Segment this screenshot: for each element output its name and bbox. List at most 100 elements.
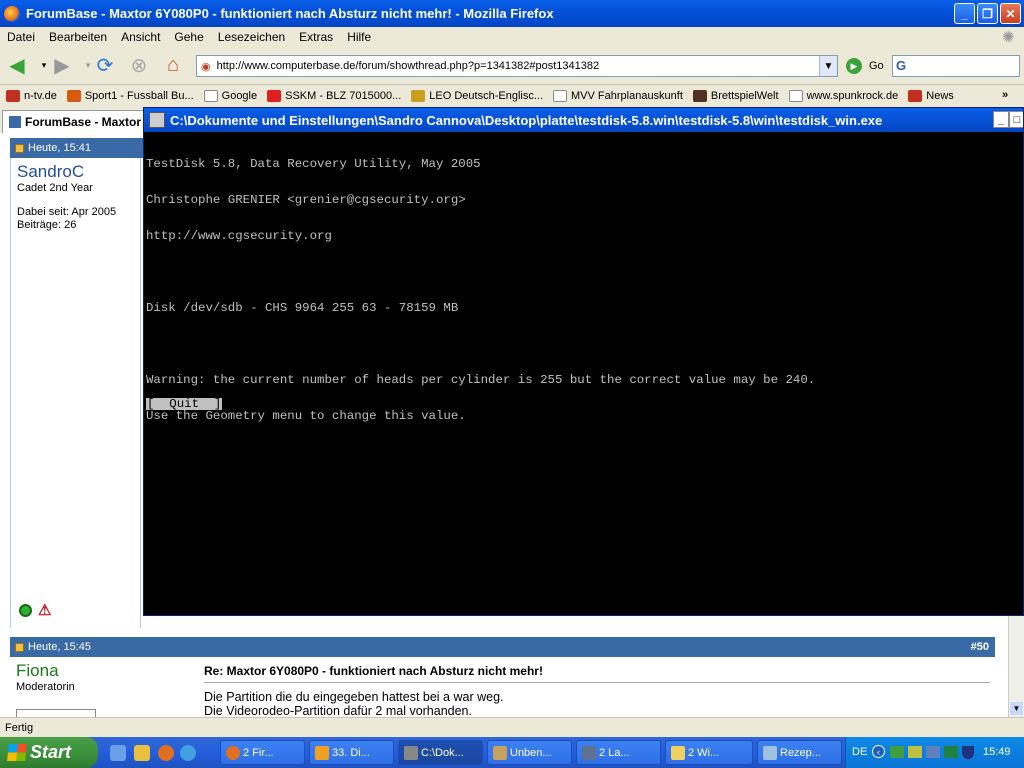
online-status-icon xyxy=(19,604,32,617)
go-icon[interactable]: ▶ xyxy=(846,58,862,74)
task-5[interactable]: 2 La... xyxy=(576,740,661,765)
app-icon xyxy=(315,746,329,760)
url-text: http://www.computerbase.de/forum/showthr… xyxy=(216,60,600,72)
ntv-news-icon xyxy=(908,90,923,102)
bookmark-google[interactable]: Google xyxy=(203,90,257,102)
bookmark-brettspielwelt[interactable]: BrettspielWelt xyxy=(692,90,779,102)
brettspielwelt-icon xyxy=(692,90,707,102)
menu-hilfe[interactable]: Hilfe xyxy=(347,30,371,44)
bookmark-leo[interactable]: LEO Deutsch-Englisc... xyxy=(411,90,543,102)
console-title-bar[interactable]: C:\Dokumente und Einstellungen\Sandro Ca… xyxy=(144,108,1023,132)
console-line: http://www.cgsecurity.org xyxy=(146,229,332,243)
navigation-toolbar: ◀ ▾ ▶ ▾ ⟳ ⊗ ⌂ ◉ http://www.computerbase.… xyxy=(0,47,1024,85)
menu-lesezeichen[interactable]: Lesezeichen xyxy=(218,30,285,44)
username[interactable]: Fiona xyxy=(10,657,141,681)
bookmark-sskm[interactable]: SSKM - BLZ 7015000... xyxy=(267,90,401,102)
close-button[interactable]: ✕ xyxy=(1000,3,1021,24)
bookmark-sport1[interactable]: Sport1 - Fussball Bu... xyxy=(66,90,194,102)
report-post-icon[interactable]: ⚠ xyxy=(38,601,51,619)
post-body: Die Partition die du eingegeben hattest … xyxy=(204,690,504,718)
url-field[interactable]: ◉ http://www.computerbase.de/forum/showt… xyxy=(196,55,838,77)
console-icon xyxy=(149,112,165,128)
post-number[interactable]: #50 xyxy=(971,641,989,653)
leo-icon xyxy=(411,90,426,102)
search-input[interactable]: G xyxy=(892,55,1020,77)
divider xyxy=(204,682,990,683)
console-line: TestDisk 5.8, Data Recovery Utility, May… xyxy=(146,157,481,171)
firefox-icon xyxy=(226,746,240,760)
language-indicator[interactable]: DE xyxy=(852,746,867,758)
tab-forumbase[interactable]: ForumBase - Maxtor xyxy=(2,110,152,133)
forward-icon[interactable]: ▶ xyxy=(50,53,74,77)
page-icon xyxy=(553,90,568,102)
throbber-icon: ✺ xyxy=(1002,29,1015,46)
menu-datei[interactable]: Datei xyxy=(7,30,35,44)
restore-button[interactable]: ❐ xyxy=(977,3,998,24)
user-rank: Moderatorin xyxy=(16,681,75,693)
home-icon[interactable]: ⌂ xyxy=(161,53,185,77)
post-icon xyxy=(15,143,24,153)
task-2[interactable]: 33. Di... xyxy=(309,740,394,765)
go-button[interactable]: Go xyxy=(869,60,884,72)
bookmark-mvv[interactable]: MVV Fahrplanauskunft xyxy=(553,90,683,102)
console-line: Christophe GRENIER <grenier@cgsecurity.o… xyxy=(146,193,466,207)
tray-expand-icon[interactable]: ‹ xyxy=(872,745,885,758)
bookmark-spunkrock[interactable]: www.spunkrock.de xyxy=(788,90,898,102)
firefox-title-bar[interactable]: ForumBase - Maxtor 6Y080P0 - funktionier… xyxy=(0,0,1024,27)
page-icon xyxy=(788,90,803,102)
console-minimize-button[interactable]: _ xyxy=(993,111,1009,128)
bookmark-news[interactable]: News xyxy=(908,90,954,102)
task-console[interactable]: C:\Dok... xyxy=(398,740,483,765)
start-button[interactable]: Start xyxy=(0,737,98,768)
task-explorer[interactable]: 2 Wi... xyxy=(665,740,753,765)
minimize-button[interactable]: _ xyxy=(954,3,975,24)
tray-icon-1[interactable] xyxy=(890,746,904,758)
console-line: Use the Geometry menu to change this val… xyxy=(146,409,466,423)
shield-icon[interactable] xyxy=(962,746,974,759)
show-desktop-icon[interactable] xyxy=(110,745,126,761)
site-icon: ◉ xyxy=(201,60,211,73)
username[interactable]: SandroC xyxy=(11,158,140,182)
user-rank: Cadet 2nd Year xyxy=(17,182,93,194)
status-bar: Fertig xyxy=(0,717,1024,737)
stop-icon[interactable]: ⊗ xyxy=(127,53,151,77)
paint-icon xyxy=(493,746,507,760)
menu-bearbeiten[interactable]: Bearbeiten xyxy=(49,30,107,44)
task-paint[interactable]: Unben... xyxy=(487,740,572,765)
messenger-icon[interactable] xyxy=(180,745,196,761)
quit-button[interactable]: [ Quit ] xyxy=(146,398,223,410)
sparkasse-icon xyxy=(267,90,282,102)
user-info-sandroc: SandroC Cadet 2nd Year Dabei seit: Apr 2… xyxy=(10,158,141,628)
post-subject: Re: Maxtor 6Y080P0 - funktioniert nach A… xyxy=(204,664,543,678)
system-tray: DE ‹ 15:49 xyxy=(845,737,1024,768)
console-output: TestDisk 5.8, Data Recovery Utility, May… xyxy=(146,134,1022,614)
network-icon[interactable] xyxy=(926,746,940,758)
status-text: Fertig xyxy=(5,721,34,734)
task-firefox[interactable]: 2 Fir... xyxy=(220,740,305,765)
menu-extras[interactable]: Extras xyxy=(299,30,333,44)
bookmarks-toolbar: n-tv.de Sport1 - Fussball Bu... Google S… xyxy=(0,86,1024,106)
url-dropdown-icon[interactable]: ▼ xyxy=(819,56,837,76)
ntv-icon xyxy=(6,90,20,102)
bookmarks-overflow-icon[interactable]: » xyxy=(1002,89,1008,101)
testdisk-console-window[interactable]: C:\Dokumente und Einstellungen\Sandro Ca… xyxy=(143,107,1024,616)
task-rezept[interactable]: Rezep... xyxy=(757,740,842,765)
forum-icon xyxy=(9,116,21,128)
tray-icon-4[interactable] xyxy=(944,746,958,758)
app-icon xyxy=(763,746,777,760)
quicklaunch-icon[interactable] xyxy=(134,745,150,761)
console-icon xyxy=(404,746,418,760)
clock[interactable]: 15:49 xyxy=(983,746,1011,758)
firefox-quicklaunch-icon[interactable] xyxy=(158,745,174,761)
bookmark-ntv[interactable]: n-tv.de xyxy=(6,90,57,102)
back-icon[interactable]: ◀ xyxy=(5,53,29,77)
menu-gehe[interactable]: Gehe xyxy=(174,30,203,44)
google-bookmark-icon xyxy=(203,90,218,102)
console-maximize-button[interactable]: □ xyxy=(1009,111,1023,128)
tray-icon-2[interactable] xyxy=(908,746,922,758)
scroll-down-icon[interactable]: ▼ xyxy=(1010,702,1023,715)
reload-icon[interactable]: ⟳ xyxy=(93,53,117,77)
post-icon xyxy=(15,642,24,652)
menu-ansicht[interactable]: Ansicht xyxy=(121,30,160,44)
